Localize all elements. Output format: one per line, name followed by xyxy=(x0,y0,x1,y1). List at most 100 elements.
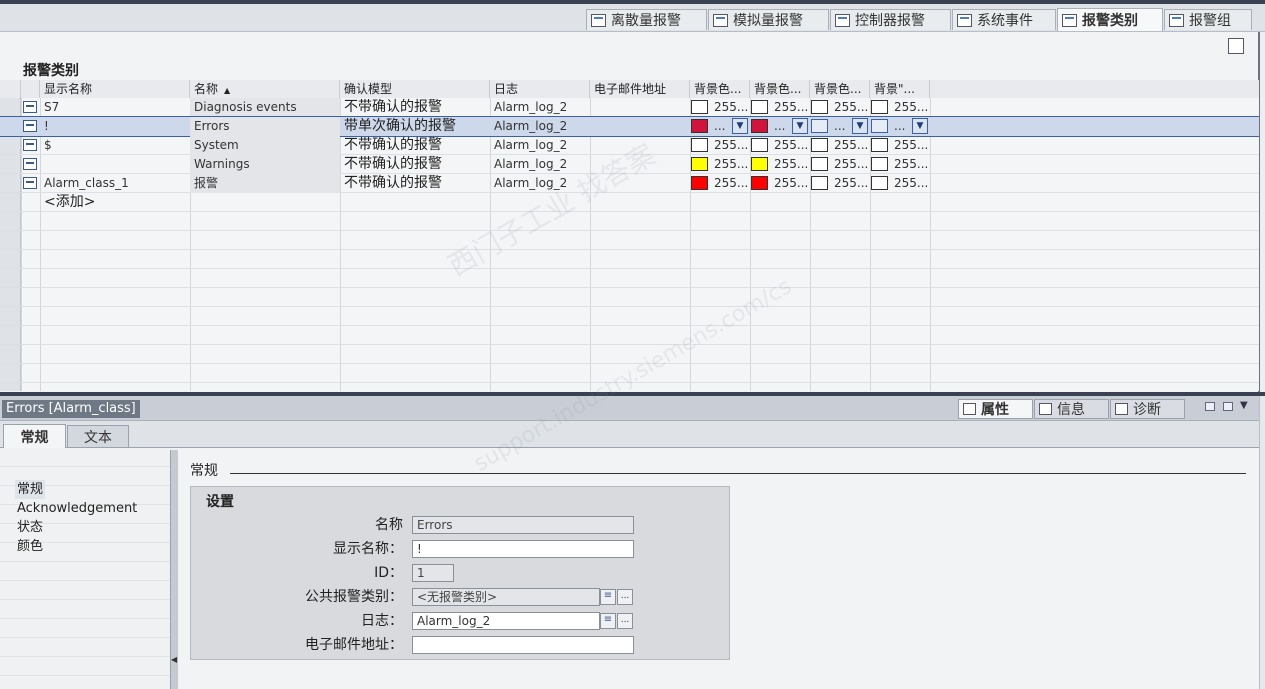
cell-email[interactable] xyxy=(590,155,690,174)
color-swatch[interactable] xyxy=(871,100,888,114)
color-swatch[interactable] xyxy=(691,176,708,190)
cell-email[interactable] xyxy=(590,117,690,136)
add-row[interactable]: <添加> xyxy=(0,193,1259,212)
cell-display-name[interactable] xyxy=(40,155,190,174)
table-row[interactable]: ! Errors 带单次确认的报警 Alarm_log_2... ▼... ▼... ▼..… xyxy=(0,116,1259,137)
subtab-text[interactable]: 文本 xyxy=(67,425,129,447)
row-selector[interactable] xyxy=(0,307,21,325)
color-dropdown-button[interactable]: ▼ xyxy=(732,118,748,134)
tab-alarm-groups[interactable]: 报警组 xyxy=(1164,9,1252,30)
color-swatch[interactable] xyxy=(811,138,828,152)
header-bg-color-3[interactable]: 背景色... xyxy=(810,80,870,98)
color-swatch[interactable] xyxy=(871,138,888,152)
tab-diagnostics[interactable]: 诊断 xyxy=(1110,399,1185,419)
cell-log[interactable]: Alarm_log_2 xyxy=(490,155,590,174)
cell-ack-model[interactable]: 带单次确认的报警 xyxy=(340,117,490,136)
nav-general[interactable]: 常规 xyxy=(15,480,46,499)
common-class-browse-button[interactable]: ... xyxy=(617,589,633,605)
cell-ack-model[interactable]: 不带确认的报警 xyxy=(340,136,490,155)
color-dropdown-button[interactable]: ▼ xyxy=(912,118,928,134)
inspector-menu-chevron-icon[interactable]: ▼ xyxy=(1240,400,1248,411)
cell-log[interactable]: Alarm_log_2 xyxy=(490,117,590,136)
common-alarm-class-field[interactable]: <无报警类别> xyxy=(412,588,600,606)
cell-email[interactable] xyxy=(590,98,690,117)
header-name[interactable]: 名称 ▲ xyxy=(190,80,340,98)
log-browse-button[interactable]: ... xyxy=(617,613,633,629)
restore-window-icon[interactable] xyxy=(1205,402,1215,411)
row-selector[interactable] xyxy=(0,250,21,268)
editor-options-icon[interactable] xyxy=(1228,38,1244,54)
color-swatch[interactable] xyxy=(811,100,828,114)
table-row[interactable]: S7 Diagnosis events 不带确认的报警 Alarm_log_2 255.… xyxy=(0,98,1259,117)
header-display-name[interactable]: 显示名称 xyxy=(40,80,190,98)
row-selector[interactable] xyxy=(0,212,21,230)
email-field[interactable] xyxy=(412,636,634,654)
add-row-label[interactable]: <添加> xyxy=(40,193,190,212)
log-list-icon[interactable]: ≡ xyxy=(600,613,616,629)
cell-display-name[interactable]: $ xyxy=(40,136,190,155)
cell-ack-model[interactable]: 不带确认的报警 xyxy=(340,98,490,117)
color-dropdown-button[interactable]: ▼ xyxy=(852,118,868,134)
cell-name[interactable]: Warnings xyxy=(190,155,340,174)
header-row-selector[interactable] xyxy=(0,80,21,98)
header-email[interactable]: 电子邮件地址 xyxy=(590,80,690,98)
header-log[interactable]: 日志 xyxy=(490,80,590,98)
cell-name[interactable]: 报警 xyxy=(190,174,340,193)
cell-log[interactable]: Alarm_log_2 xyxy=(490,174,590,193)
color-swatch[interactable] xyxy=(751,176,768,190)
color-swatch[interactable] xyxy=(811,157,828,171)
cell-ack-model[interactable]: 不带确认的报警 xyxy=(340,155,490,174)
nav-splitter[interactable] xyxy=(170,450,178,689)
color-swatch[interactable] xyxy=(751,100,768,114)
display-name-field[interactable]: ! xyxy=(412,540,634,558)
nav-colors[interactable]: 颜色 xyxy=(17,537,43,556)
tab-properties[interactable]: 属性 xyxy=(958,399,1033,419)
header-ack-model[interactable]: 确认模型 xyxy=(340,80,490,98)
tab-controller-alarms[interactable]: 控制器报警 xyxy=(830,9,951,30)
cell-name[interactable]: System xyxy=(190,136,340,155)
cell-log[interactable]: Alarm_log_2 xyxy=(490,136,590,155)
color-swatch[interactable] xyxy=(691,119,708,133)
color-swatch[interactable] xyxy=(751,119,768,133)
table-row[interactable]: $ System 不带确认的报警 Alarm_log_2 255... 255... 255… xyxy=(0,136,1259,155)
color-swatch[interactable] xyxy=(871,157,888,171)
cell-display-name[interactable]: Alarm_class_1 xyxy=(40,174,190,193)
color-swatch[interactable] xyxy=(751,138,768,152)
collapse-nav-icon[interactable]: ◀ xyxy=(171,655,177,665)
cell-name[interactable]: Errors xyxy=(190,117,340,136)
color-swatch[interactable] xyxy=(691,138,708,152)
color-swatch[interactable] xyxy=(811,176,828,190)
cell-display-name[interactable]: ! xyxy=(40,117,190,136)
header-bg-color-4[interactable]: 背景"... xyxy=(870,80,930,98)
table-row[interactable]: Warnings 不带确认的报警 Alarm_log_2 255... 255... 25… xyxy=(0,155,1259,174)
id-field[interactable]: 1 xyxy=(412,564,454,582)
tab-discrete-alarms[interactable]: 离散量报警 xyxy=(586,9,707,30)
header-bg-color-1[interactable]: 背景色... xyxy=(690,80,750,98)
cell-name[interactable]: Diagnosis events xyxy=(190,98,340,117)
log-field[interactable]: Alarm_log_2 xyxy=(412,612,600,630)
nav-acknowledgement[interactable]: Acknowledgement xyxy=(17,499,137,518)
tab-alarm-classes[interactable]: 报警类别 xyxy=(1057,8,1163,31)
cell-display-name[interactable]: S7 xyxy=(40,98,190,117)
cell-email[interactable] xyxy=(590,136,690,155)
row-selector[interactable] xyxy=(0,288,21,306)
color-swatch[interactable] xyxy=(691,157,708,171)
tab-analog-alarms[interactable]: 模拟量报警 xyxy=(708,9,829,30)
tab-system-events[interactable]: 系统事件 xyxy=(952,9,1056,30)
color-swatch[interactable] xyxy=(751,157,768,171)
color-dropdown-button[interactable]: ▼ xyxy=(792,118,808,134)
row-selector[interactable] xyxy=(0,231,21,249)
header-bg-color-2[interactable]: 背景色... xyxy=(750,80,810,98)
nav-status[interactable]: 状态 xyxy=(17,518,43,537)
cell-log[interactable]: Alarm_log_2 xyxy=(490,98,590,117)
name-field[interactable]: Errors xyxy=(412,516,634,534)
color-swatch[interactable] xyxy=(811,119,828,133)
table-row[interactable]: Alarm_class_1 报警 不带确认的报警 Alarm_log_2 255... 2… xyxy=(0,174,1259,193)
row-selector[interactable] xyxy=(0,383,21,391)
common-class-list-icon[interactable]: ≡ xyxy=(600,589,616,605)
color-swatch[interactable] xyxy=(691,100,708,114)
color-swatch[interactable] xyxy=(871,119,888,133)
row-selector[interactable] xyxy=(0,269,21,287)
cell-ack-model[interactable]: 不带确认的报警 xyxy=(340,174,490,193)
row-selector[interactable] xyxy=(0,364,21,382)
